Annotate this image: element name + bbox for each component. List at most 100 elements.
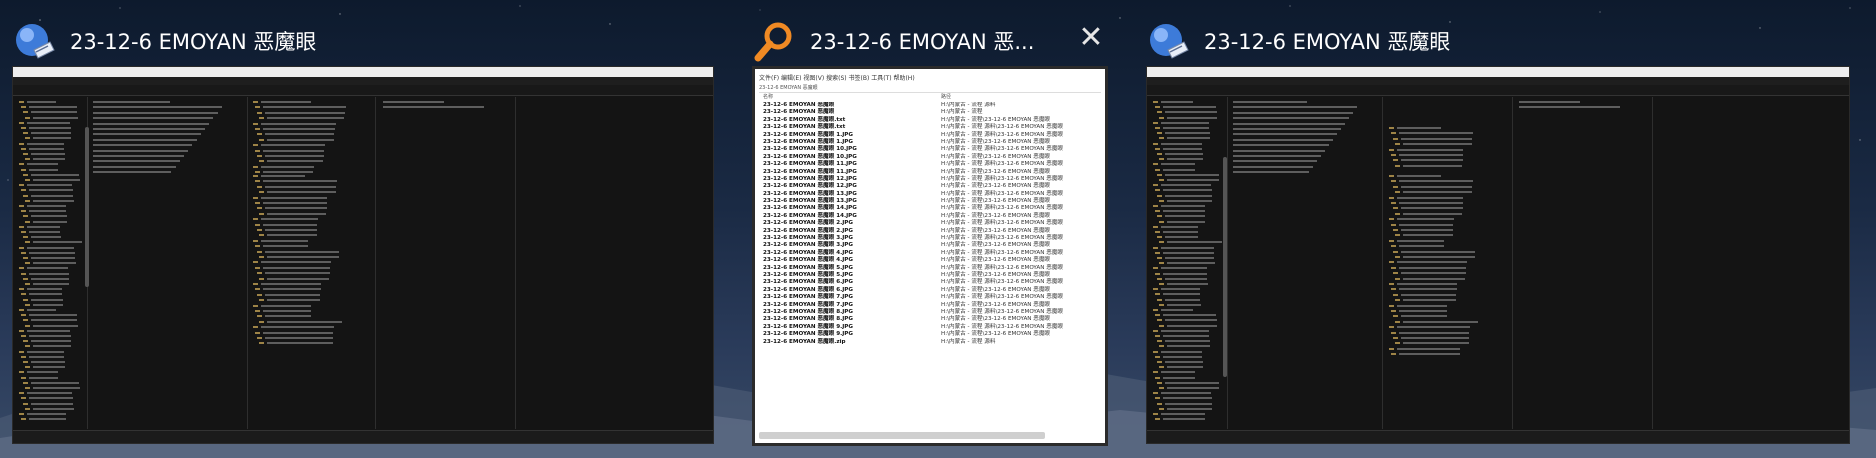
folder-icon [1391, 202, 1396, 204]
list-item-name: 23-12-6 EMOYAN 恶魔眼 14.JPG [763, 205, 857, 212]
folder-icon [21, 335, 26, 337]
list-item-name: 23-12-6 EMOYAN 恶魔眼 10.JPG [763, 146, 857, 153]
folder-icon [1159, 283, 1164, 285]
text-line [1399, 353, 1460, 356]
thumb-result-list: 23-12-6 EMOYAN 恶魔眼 H:\内蒙古 - 流程 源料 23-12-6 … [759, 102, 1101, 429]
folder-icon [23, 340, 28, 343]
folder-icon [1159, 262, 1164, 265]
folder-icon [1153, 225, 1158, 228]
text-line [1165, 153, 1203, 155]
folder-icon [259, 138, 264, 141]
thumb-detail-pane [375, 97, 516, 429]
window-thumbnail[interactable] [12, 66, 714, 444]
folder-icon [255, 149, 260, 152]
task-view-window-right[interactable]: 23-12-6 EMOYAN 恶魔眼 [1146, 12, 1850, 444]
folder-icon [1395, 256, 1400, 258]
folder-icon [1393, 250, 1398, 253]
folder-icon [21, 168, 26, 171]
folder-icon [1155, 231, 1160, 233]
text-line [1165, 340, 1210, 343]
folder-icon [1153, 184, 1158, 187]
task-view-window-center[interactable]: 23-12-6 EMOYAN 恶... ✕ 文件(F) 编辑(E) 视图(V) … [752, 12, 1108, 446]
list-item-path: H:\内蒙古 - 流程\23-12-6 EMOYAN 恶魔眼 [941, 183, 1051, 190]
folder-icon [1155, 314, 1160, 317]
list-item: 23-12-6 EMOYAN 恶魔眼 13.JPG H:\内蒙古 - 流程 源料\… [759, 191, 1101, 198]
text-line [1399, 331, 1470, 334]
folder-icon [1157, 194, 1162, 197]
folder-icon [1153, 142, 1158, 145]
folder-icon [25, 387, 30, 389]
text-line [1397, 304, 1448, 307]
window-header: 23-12-6 EMOYAN 恶... ✕ [752, 12, 1108, 68]
text-line [27, 121, 71, 124]
text-line [33, 199, 74, 202]
folder-icon [1153, 392, 1158, 395]
folder-icon [1159, 179, 1164, 181]
list-item: 23-12-6 EMOYAN 恶魔眼 H:\内蒙古 - 流程 [759, 109, 1101, 116]
text-line [1401, 272, 1466, 275]
folder-icon [1153, 246, 1158, 249]
list-item: 23-12-6 EMOYAN 恶魔眼 4.JPG H:\内蒙古 - 流程\23-1… [759, 257, 1101, 264]
text-line [261, 144, 325, 147]
folder-icon [1157, 257, 1162, 259]
text-line [267, 234, 317, 237]
list-item: 23-12-6 EMOYAN 恶魔眼 2.JPG H:\内蒙古 - 流程 源料\2… [759, 220, 1101, 227]
text-line [1403, 277, 1466, 280]
text-line [261, 304, 312, 307]
text-line [1403, 320, 1479, 323]
list-item: 23-12-6 EMOYAN 恶魔眼 14.JPG H:\内蒙古 - 流程 源料\… [759, 205, 1101, 212]
thumb-titlebar [13, 67, 713, 77]
folder-icon [1157, 277, 1162, 280]
window-thumbnail[interactable]: 文件(F) 编辑(E) 视图(V) 搜索(S) 书签(B) 工具(T) 帮助(H… [752, 66, 1108, 446]
folder-icon [1393, 272, 1398, 275]
text-line [1397, 148, 1464, 151]
folder-icon [1155, 106, 1160, 109]
text-line [261, 283, 321, 285]
text-line [29, 272, 69, 275]
text-line [33, 262, 76, 265]
text-line [265, 337, 333, 339]
folder-icon [23, 132, 28, 135]
text-line [1165, 361, 1203, 363]
text-line [1167, 220, 1206, 223]
window-thumbnail[interactable] [1146, 66, 1850, 444]
text-line [27, 267, 69, 270]
text-line [33, 324, 78, 327]
folder-icon [255, 180, 260, 183]
text-line [267, 117, 345, 120]
list-item: 23-12-6 EMOYAN 恶魔眼 9.JPG H:\内蒙古 - 流程\23-1… [759, 331, 1101, 338]
text-line [29, 293, 63, 296]
folder-icon [19, 267, 24, 270]
text-line [265, 293, 321, 296]
folder-icon [1159, 345, 1164, 348]
text-line [1233, 128, 1341, 130]
folder-icon [257, 293, 262, 296]
folder-icon [255, 288, 260, 291]
text-line [261, 326, 334, 329]
folder-icon [1157, 402, 1162, 405]
list-item-name: 23-12-6 EMOYAN 恶魔眼 11.JPG [763, 161, 857, 168]
folder-icon [259, 212, 264, 215]
folder-icon [1153, 413, 1158, 415]
list-item: 23-12-6 EMOYAN 恶魔眼 9.JPG H:\内蒙古 - 流程 源料\2… [759, 324, 1101, 331]
text-line [1233, 144, 1329, 147]
text-line [1163, 355, 1203, 358]
text-line [1163, 127, 1210, 129]
folder-icon [25, 241, 30, 244]
list-item: 23-12-6 EMOYAN 恶魔眼 12.JPG H:\内蒙古 - 流程\23-… [759, 183, 1101, 190]
close-icon[interactable]: ✕ [1076, 23, 1106, 54]
folder-icon [255, 310, 260, 312]
text-line [261, 239, 309, 242]
text-line [29, 147, 65, 150]
text-line [261, 165, 315, 168]
text-line [383, 106, 485, 109]
folder-icon [257, 185, 262, 188]
task-view-window-left[interactable]: 23-12-6 EMOYAN 恶魔眼 [12, 12, 714, 444]
text-line [31, 277, 69, 280]
list-item: 23-12-6 EMOYAN 恶魔眼 3.JPG H:\内蒙古 - 流程\23-1… [759, 242, 1101, 249]
text-line [263, 223, 318, 226]
text-line [29, 251, 75, 254]
text-line [93, 128, 205, 130]
folder-icon [21, 189, 26, 192]
text-line [33, 387, 80, 389]
